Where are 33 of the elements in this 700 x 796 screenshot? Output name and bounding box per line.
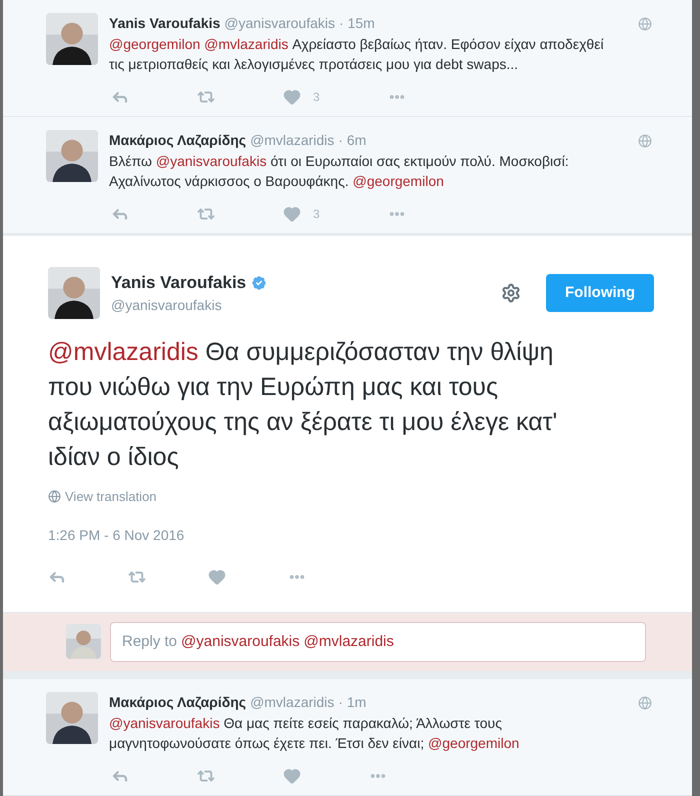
author-handle[interactable]: @mvlazaridis	[250, 130, 334, 151]
reply-mention: @mvlazaridis	[304, 632, 394, 652]
author-name[interactable]: Μακάριος Λαζαρίδης	[109, 130, 246, 151]
author-name[interactable]: Μακάριος Λαζαρίδης	[109, 692, 246, 713]
globe-icon	[638, 134, 652, 148]
tweet-text: Βλέπω @yanisvaroufakis ότι οι Ευρωπαίοι σας εκτιμούν πολύ. Μοσκοβισί: Αχαλίνωτος νάρκισσος ο Βαρουφάκης. @georgemilon	[109, 152, 570, 191]
author-handle[interactable]: @yanisvaroufakis	[111, 295, 268, 316]
globe-icon	[48, 490, 61, 504]
author-name[interactable]: Yanis Varoufakis	[111, 270, 246, 296]
following-button[interactable]: Following	[546, 274, 654, 312]
like-count: 3	[313, 89, 320, 105]
tweet-time[interactable]: · 1m	[338, 692, 366, 713]
reply-mention: @yanisvaroufakis	[181, 632, 300, 652]
author-handle[interactable]: @mvlazaridis	[250, 692, 334, 713]
view-translation-link[interactable]: View translation	[65, 487, 157, 506]
reply-field[interactable]: Reply to @yanisvaroufakis @mvlazaridis	[110, 622, 646, 662]
tweet-text: @mvlazaridis Θα συμμεριζόσασταν την θλίψη που νιώθω για την Ευρώπη μας και τους αξιωματούχους της αν ξέρατε τι μου έλεγε κατ' ιδίαν ο ίδιος	[48, 337, 558, 473]
tweet-time[interactable]: · 15m	[339, 13, 375, 34]
reply-placeholder: Reply to	[122, 632, 178, 652]
like-icon[interactable]	[283, 767, 301, 785]
tweet-time[interactable]: · 6m	[338, 130, 366, 151]
tweet-timestamp[interactable]: 1:26 PM - 6 Nov 2016	[48, 524, 654, 546]
globe-icon	[638, 696, 652, 710]
like-count: 3	[313, 206, 320, 222]
author-name[interactable]: Yanis Varoufakis	[109, 13, 220, 34]
settings-icon[interactable]	[501, 283, 521, 303]
tweet-text: @georgemilon @mvlazaridis Αχρείαστο βεβαίως ήταν. Εφόσον είχαν αποδεχθεί τις μετριοπαθείς και λελογισμένες προτάσεις μου για debt swaps...	[109, 35, 605, 74]
globe-icon	[638, 16, 652, 30]
tweet-text: @yanisvaroufakis Θα μας πείτε εσείς παρακαλώ; Άλλωστε τους μαγνητοφωνούσατε όπως έχετε πει. Έτσι δεν είναι; @georgemilon	[109, 714, 520, 753]
author-handle[interactable]: @yanisvaroufakis	[224, 13, 335, 34]
like-icon[interactable]	[283, 205, 301, 223]
like-icon[interactable]	[208, 568, 226, 586]
like-icon[interactable]	[283, 88, 301, 106]
